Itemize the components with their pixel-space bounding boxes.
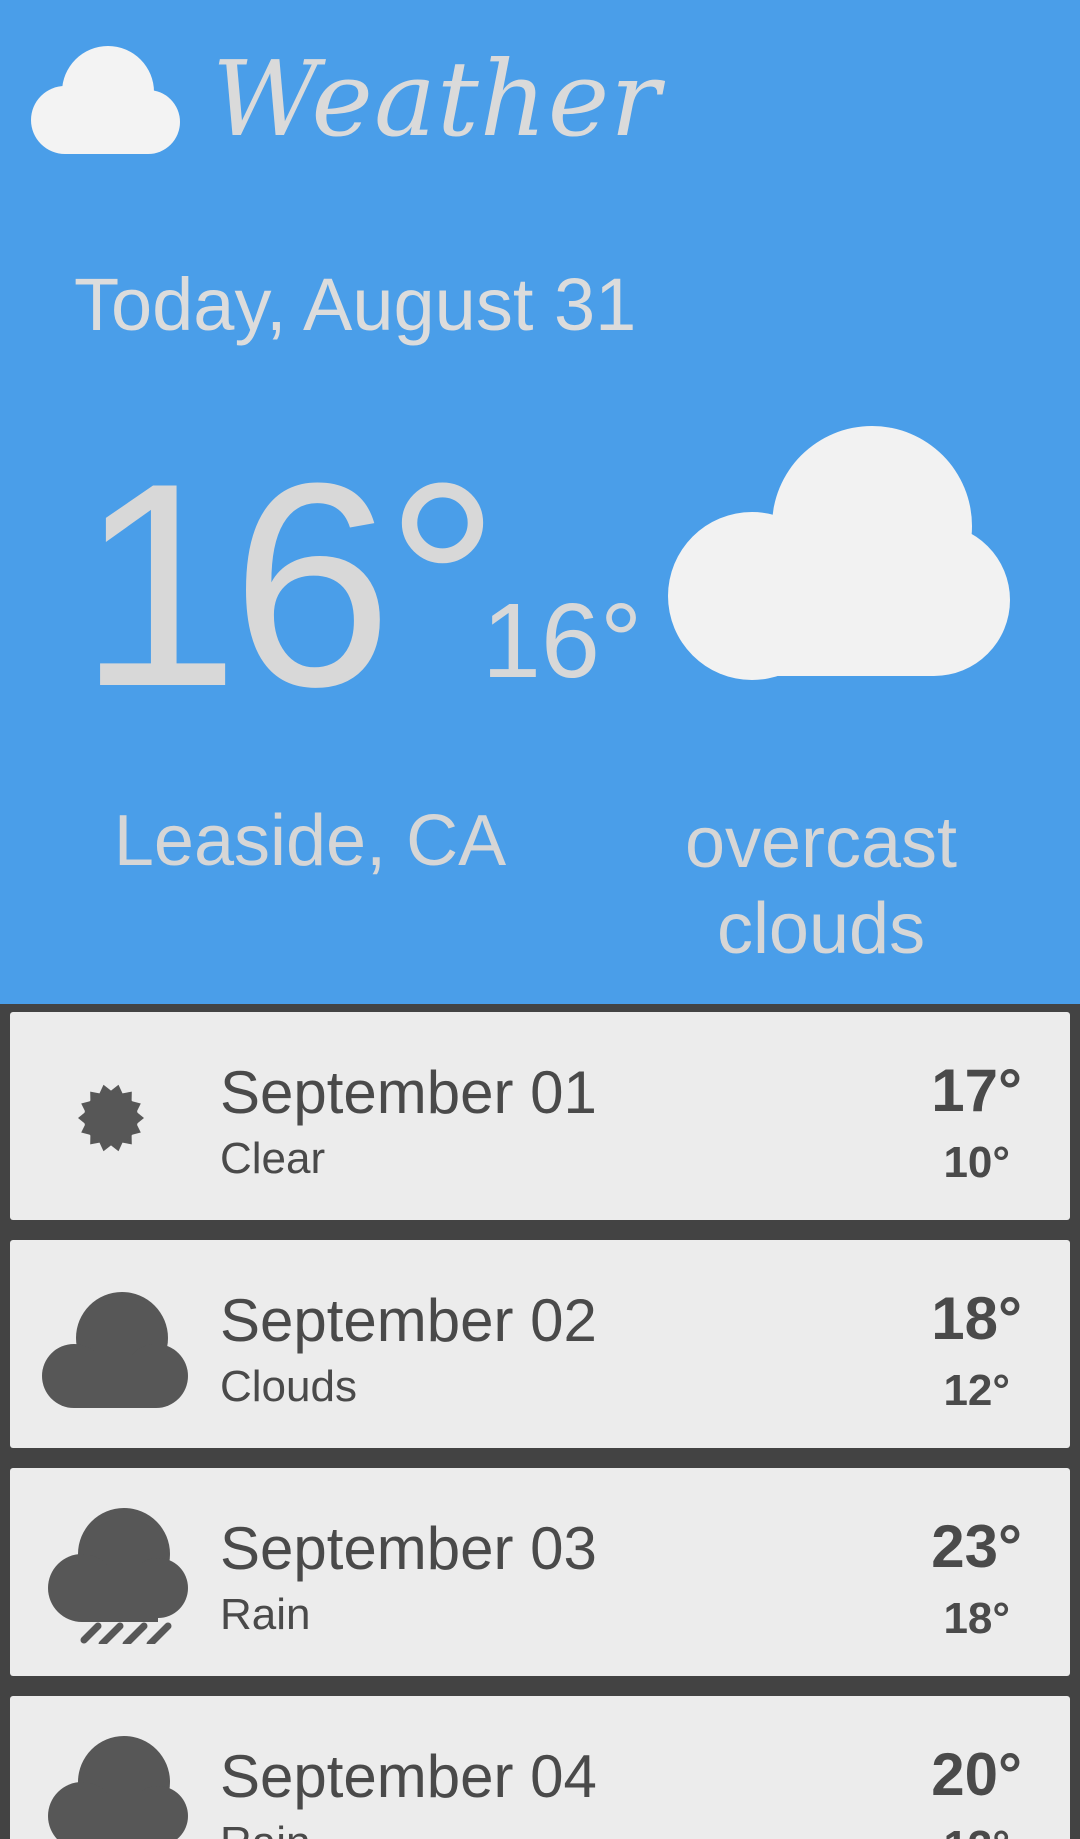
forecast-date: September 01 [220,1059,597,1126]
cloud-icon [668,426,1010,680]
forecast-date: September 04 [220,1743,597,1810]
app-title: Weather [212,38,661,160]
location-label: Leaside, CA [113,801,507,881]
forecast-low: 10° [943,1138,1010,1187]
today-high-temp: 16° [78,423,501,747]
forecast-low: 18° [943,1594,1010,1643]
forecast-desc: Clouds [220,1362,357,1411]
cloud-icon [31,46,180,154]
forecast-item[interactable]: September 03 Rain 23° 18° [10,1468,1070,1676]
rain-icon [48,1508,188,1644]
forecast-high: 20° [931,1741,1022,1808]
forecast-high: 17° [931,1057,1022,1124]
today-panel: Weather Today, August 31 16° 16° Leaside… [0,0,1080,1004]
cloud-icon [42,1292,188,1408]
forecast-date: September 03 [220,1515,597,1582]
forecast-desc: Rain [220,1590,311,1639]
forecast-low: 12° [943,1366,1010,1415]
today-low-temp: 16° [482,582,643,700]
forecast-date: September 02 [220,1287,597,1354]
forecast-high: 23° [931,1513,1022,1580]
forecast-item[interactable]: September 02 Clouds 18° 12° [10,1240,1070,1448]
forecast-desc: Rain [220,1818,311,1839]
sun-icon [78,1084,144,1152]
today-date: Today, August 31 [74,263,637,346]
forecast-item[interactable]: September 04 Rain 20° 13° [10,1696,1070,1839]
rain-icon [48,1736,188,1839]
forecast-item[interactable]: September 01 Clear 17° 10° [10,1012,1070,1220]
forecast-list: September 01 Clear 17° 10° September 02 … [0,1004,1080,1839]
forecast-low: 13° [943,1822,1010,1839]
forecast-high: 18° [931,1285,1022,1352]
forecast-desc: Clear [220,1134,326,1183]
condition-label: overcast clouds [684,803,958,969]
